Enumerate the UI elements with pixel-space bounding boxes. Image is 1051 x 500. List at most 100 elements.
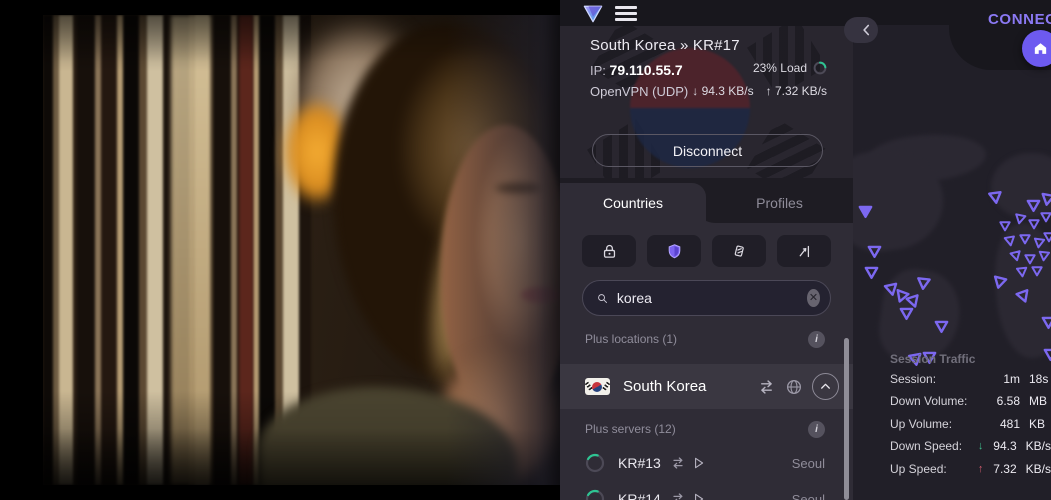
session-traffic-panel: Session Traffic Session: 1m 18s Down Vol…: [853, 352, 1051, 479]
tab-bar: Countries Profiles: [560, 178, 853, 223]
collapse-country-button[interactable]: [812, 373, 839, 400]
vignette-overlay: [43, 15, 560, 485]
world-map[interactable]: Session Traffic Session: 1m 18s Down Vol…: [853, 25, 1051, 500]
home-icon: [1032, 40, 1049, 57]
p2p-filter-button[interactable]: [712, 235, 766, 267]
traffic-row-up-speed: Up Speed: ↑ 7.32 KB/s: [853, 459, 1051, 479]
menu-hamburger-icon[interactable]: [615, 6, 637, 21]
filter-row: [582, 235, 831, 267]
search-input[interactable]: [617, 290, 798, 306]
traffic-unit: MB: [1029, 394, 1047, 408]
server-name: KR#14: [618, 491, 661, 500]
server-pin-icon[interactable]: [989, 272, 1010, 293]
server-pin-icon[interactable]: [863, 264, 880, 281]
connection-status-label: CONNECTED: [988, 11, 1051, 28]
app-titlebar: [560, 0, 853, 26]
tab-countries-label: Countries: [603, 195, 663, 211]
tor-filter-button[interactable]: [777, 235, 831, 267]
search-box: ✕: [582, 280, 831, 316]
up-arrow-icon: ↑: [974, 463, 988, 475]
server-pin-icon[interactable]: [985, 187, 1004, 206]
connect-play-icon[interactable]: [692, 456, 705, 470]
vpn-sidebar: South Korea » KR#17 IP: 79.110.55.7 23% …: [560, 0, 853, 500]
server-pin-icon[interactable]: [1030, 264, 1044, 278]
server-pin-icon[interactable]: [1039, 210, 1051, 224]
collapse-map-button[interactable]: [844, 17, 878, 43]
down-arrow-icon: ↓: [974, 440, 988, 452]
plus-servers-label: Plus servers (12): [585, 422, 676, 436]
traffic-row-session: Session: 1m 18s: [853, 369, 1051, 389]
traffic-unit: KB: [1029, 417, 1045, 431]
traffic-unit: KB/s: [1026, 439, 1051, 453]
traffic-label: Session:: [890, 372, 976, 386]
country-row-south-korea[interactable]: South Korea: [560, 364, 853, 409]
tor-icon: [796, 243, 813, 260]
info-icon[interactable]: i: [808, 331, 825, 348]
server-row-kr14[interactable]: KR#14 Seoul: [560, 481, 853, 500]
screen: South Korea » KR#17 IP: 79.110.55.7 23% …: [0, 0, 1051, 500]
server-pin-icon[interactable]: [1037, 189, 1051, 209]
server-pin-icon[interactable]: [1036, 248, 1051, 263]
p2p-icon: [731, 243, 748, 260]
server-city: Seoul: [792, 456, 825, 471]
clear-search-icon[interactable]: ✕: [807, 289, 820, 307]
connect-play-icon[interactable]: [692, 492, 705, 500]
connection-header: South Korea » KR#17 IP: 79.110.55.7 23% …: [560, 26, 853, 178]
server-pin-icon[interactable]: [933, 318, 950, 335]
server-pin-icon[interactable]: [866, 243, 883, 260]
home-location-button[interactable]: [1022, 30, 1051, 67]
list-scrollbar[interactable]: [844, 338, 849, 500]
country-name: South Korea: [623, 378, 706, 395]
header-speeds: ↓ 94.3 KB/s ↑ 7.32 KB/s: [692, 84, 827, 98]
upload-speed: ↑ 7.32 KB/s: [766, 84, 827, 98]
traffic-unit: 18s: [1029, 372, 1048, 386]
server-pin-icon[interactable]: [1012, 211, 1029, 228]
traffic-label: Down Speed:: [890, 439, 974, 453]
traffic-row-down-speed: Down Speed: ↓ 94.3 KB/s: [853, 436, 1051, 456]
secure-core-filter-button[interactable]: [582, 235, 636, 267]
tab-countries[interactable]: Countries: [560, 183, 706, 223]
disconnect-button[interactable]: Disconnect: [592, 134, 823, 167]
countries-panel: ✕ Plus locations (1) i South Korea: [560, 223, 853, 500]
swap-connection-icon[interactable]: [670, 492, 686, 500]
protocol-label: OpenVPN (UDP): [590, 84, 688, 99]
video-frame: [43, 15, 560, 485]
server-row-kr13[interactable]: KR#13 Seoul: [560, 445, 853, 481]
traffic-row-down-volume: Down Volume: 6.58 MB: [853, 391, 1051, 411]
server-pin-icon[interactable]: [1014, 264, 1029, 279]
server-load-text: 23% Load: [753, 61, 807, 75]
tab-profiles[interactable]: Profiles: [706, 183, 853, 223]
ip-address: IP: 79.110.55.7: [590, 62, 683, 78]
ip-label: IP:: [590, 63, 606, 78]
server-pin-icon[interactable]: [857, 203, 874, 220]
swap-connection-icon[interactable]: [757, 379, 776, 395]
server-name: KR#13: [618, 455, 661, 471]
lock-icon: [601, 243, 618, 260]
server-pin-icon[interactable]: [1042, 230, 1051, 244]
traffic-value: 6.58: [990, 394, 1020, 408]
server-pin-icon[interactable]: [1018, 232, 1032, 246]
server-pin-icon[interactable]: [1040, 314, 1051, 331]
server-pin-icon[interactable]: [998, 219, 1012, 233]
server-city: Seoul: [792, 492, 825, 500]
plus-locations-label: Plus locations (1): [585, 332, 677, 346]
load-ring-icon: [813, 61, 827, 75]
map-panel: Session Traffic Session: 1m 18s Down Vol…: [853, 0, 1051, 500]
traffic-value: 1m: [990, 372, 1020, 386]
tab-profiles-label: Profiles: [756, 195, 803, 211]
globe-icon[interactable]: [785, 378, 803, 396]
shield-icon: [666, 243, 683, 260]
plus-servers-section: Plus servers (12) i: [560, 416, 853, 442]
server-load-ring-icon: [585, 453, 605, 473]
server-row-actions: [670, 492, 705, 500]
traffic-label: Up Speed:: [890, 462, 974, 476]
chevron-left-icon: [862, 24, 870, 36]
server-pin-icon[interactable]: [914, 274, 933, 293]
netshield-filter-button[interactable]: [647, 235, 701, 267]
server-pin-icon[interactable]: [898, 305, 915, 322]
video-player[interactable]: [0, 0, 560, 500]
server-pin-icon[interactable]: [1002, 233, 1018, 249]
country-row-actions: [757, 373, 839, 400]
swap-connection-icon[interactable]: [670, 456, 686, 470]
info-icon[interactable]: i: [808, 421, 825, 438]
